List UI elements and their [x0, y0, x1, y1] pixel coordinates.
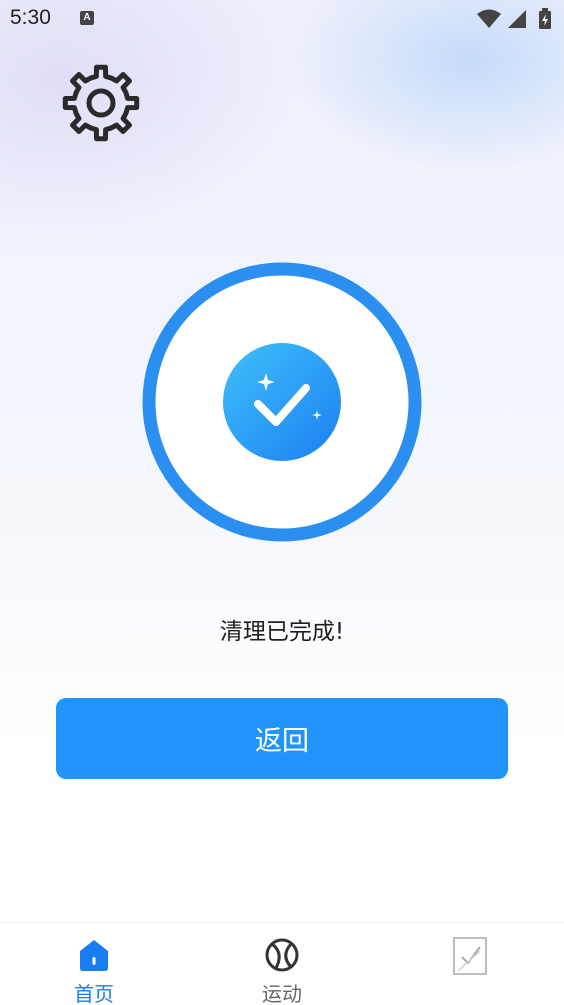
- signal-icon: [508, 10, 526, 28]
- home-icon: [80, 940, 108, 971]
- tab-sports-label: 运动: [262, 982, 302, 1005]
- gear-icon: [62, 64, 140, 142]
- status-icons: [476, 8, 556, 30]
- status-bar: 5:30 A: [0, 0, 564, 38]
- tab-sports[interactable]: 运动: [188, 923, 376, 1005]
- tab-notes[interactable]: [376, 923, 564, 1005]
- battery-icon: [539, 8, 551, 29]
- note-icon: [453, 937, 487, 975]
- notification-icon-glyph: A: [83, 12, 91, 23]
- status-time: 5:30: [10, 6, 51, 29]
- completion-indicator: [142, 262, 422, 542]
- settings-button[interactable]: [60, 62, 142, 144]
- status-message: 清理已完成!: [219, 619, 345, 645]
- notification-icon: A: [80, 11, 94, 25]
- ball-icon: [265, 938, 299, 972]
- return-button[interactable]: 返回: [56, 698, 508, 779]
- tab-home[interactable]: 首页: [0, 923, 188, 1005]
- check-badge: [223, 343, 341, 461]
- tab-home-label: 首页: [74, 982, 114, 1005]
- bottom-nav: 首页 运动: [0, 922, 564, 1005]
- wifi-icon: [477, 9, 501, 28]
